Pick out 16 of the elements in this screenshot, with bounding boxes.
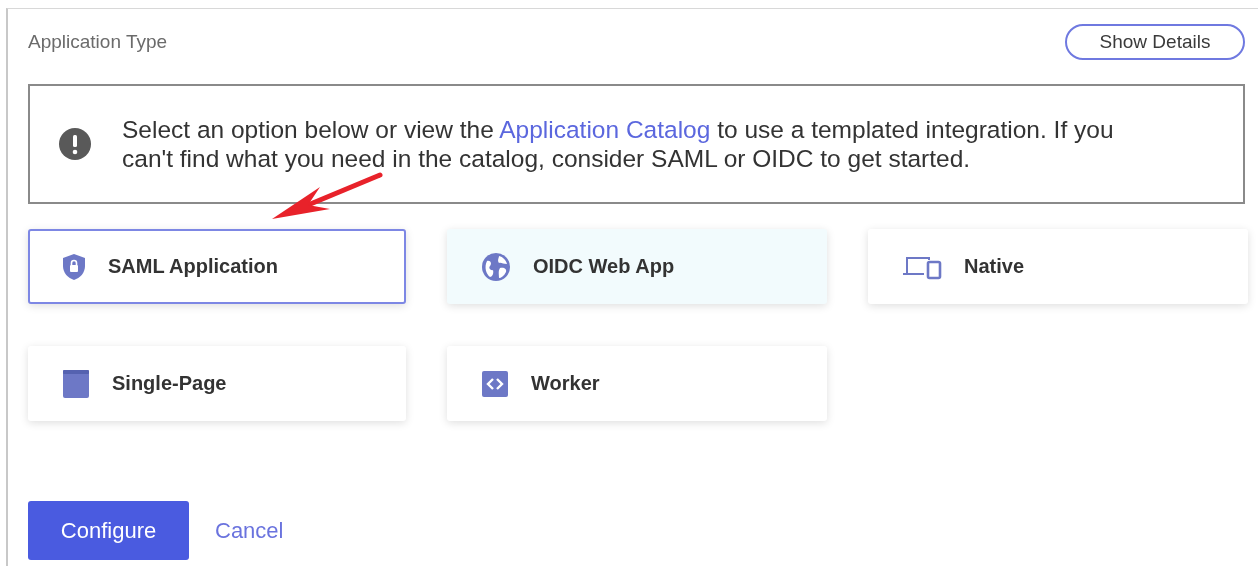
catalog-link[interactable]: Application Catalog	[499, 116, 711, 143]
option-label: Native	[964, 255, 1025, 278]
option-card[interactable]: Native	[868, 229, 1248, 304]
notice-text: Select an option below or view the Application Catalog to use a templated integration. If you can't find what you need in the catalog, consider SAML or OIDC to get started.	[122, 115, 1115, 173]
section-title: Application Type	[28, 31, 168, 53]
option-label: SAML Application	[108, 255, 278, 278]
option-card[interactable]: Single-Page	[28, 346, 406, 421]
option-label: Single-Page	[112, 372, 227, 395]
option-card[interactable]: SAML Application	[28, 229, 406, 304]
cancel-link[interactable]: Cancel	[215, 517, 284, 544]
option-card[interactable]: OIDC Web App	[447, 229, 827, 304]
option-label: Worker	[531, 372, 600, 395]
configure-button[interactable]: Configure	[28, 501, 189, 560]
option-card[interactable]: Worker	[447, 346, 827, 421]
show-details-button[interactable]: Show Details	[1065, 24, 1245, 60]
option-label: OIDC Web App	[533, 255, 675, 278]
